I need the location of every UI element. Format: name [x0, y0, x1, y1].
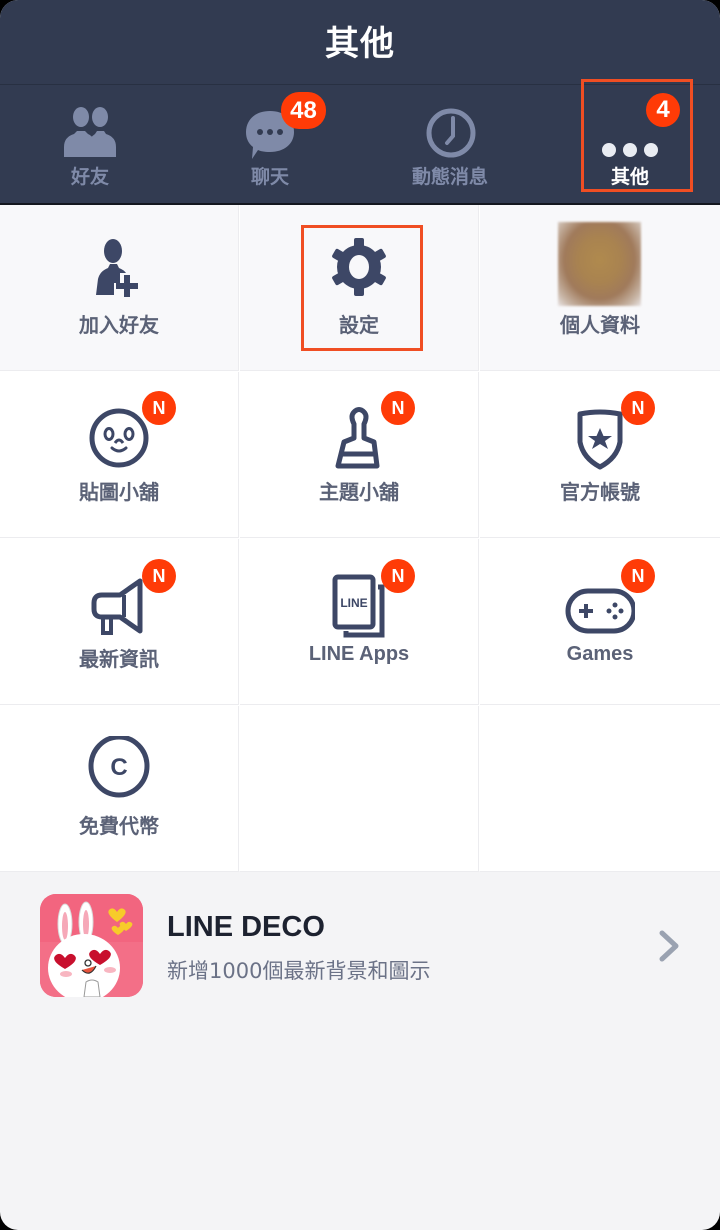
- grid-item-label: 官方帳號: [560, 480, 640, 504]
- grid-item-label: LINE Apps: [308, 643, 410, 665]
- grid-item-label: 加入好友: [79, 313, 159, 337]
- grid-item-theme-shop[interactable]: N 主題小舖: [240, 372, 479, 538]
- new-badge: N: [142, 559, 176, 593]
- new-badge: N: [142, 391, 176, 425]
- grid-item-free-coins[interactable]: C 免費代幣: [0, 706, 239, 872]
- new-badge: N: [621, 559, 655, 593]
- grid-empty-cell: [480, 706, 720, 872]
- tab-label: 好友: [70, 166, 109, 188]
- new-badge: N: [381, 391, 415, 425]
- grid-item-games[interactable]: N Games: [480, 539, 720, 705]
- page-title: 其他: [325, 24, 395, 64]
- tab-timeline[interactable]: 動態消息: [360, 85, 540, 203]
- coin-c-icon: C: [88, 736, 150, 798]
- tab-label: 聊天: [250, 166, 289, 188]
- line-deco-banner[interactable]: LINE DECO 新增1000個最新背景和圖示: [0, 871, 720, 1001]
- grid-empty-cell: [240, 706, 479, 872]
- new-badge: N: [621, 391, 655, 425]
- grid-item-profile[interactable]: 個人資料: [480, 205, 720, 371]
- banner-subtitle: 新增1000個最新背景和圖示: [167, 959, 431, 983]
- coin-icon-text: C: [110, 754, 127, 781]
- chevron-right-icon: [659, 930, 679, 962]
- friends-icon: [64, 107, 116, 157]
- phone-screen: 其他 好友 48 聊天 動態消息 4 其他 加入好友 設定 個人資料 N 貼圖小…: [0, 0, 720, 1230]
- grid-item-label: 免費代幣: [79, 814, 159, 838]
- grid-item-sticker-shop[interactable]: N 貼圖小舖: [0, 372, 239, 538]
- grid-item-news[interactable]: N 最新資訊: [0, 539, 239, 705]
- tab-friends[interactable]: 好友: [0, 85, 180, 203]
- tab-label: 動態消息: [411, 166, 488, 188]
- banner-title: LINE DECO: [167, 911, 325, 943]
- grid-item-line-apps[interactable]: LINE N LINE Apps: [240, 539, 479, 705]
- bunny-icon: [40, 894, 143, 997]
- grid-item-add-friend[interactable]: 加入好友: [0, 205, 239, 371]
- profile-photo: [558, 222, 641, 306]
- grid-item-label: 主題小舖: [319, 480, 399, 504]
- tab-more-highlight-box: [581, 79, 693, 192]
- new-badge: N: [381, 559, 415, 593]
- add-friend-icon: [96, 239, 138, 297]
- settings-highlight-box: [301, 225, 423, 351]
- chat-unread-badge: 48: [281, 92, 326, 129]
- header: 其他: [0, 0, 720, 85]
- line-apps-icon-text: LINE: [340, 596, 367, 610]
- grid-item-label: Games: [566, 643, 634, 665]
- grid-item-label: 個人資料: [560, 313, 640, 337]
- clock-icon: [426, 108, 476, 158]
- grid-item-label: 最新資訊: [79, 647, 159, 671]
- line-deco-app-icon: [40, 894, 143, 997]
- tab-chat[interactable]: 48 聊天: [180, 85, 360, 203]
- grid-item-official-accounts[interactable]: N 官方帳號: [480, 372, 720, 538]
- grid-item-label: 貼圖小舖: [79, 480, 159, 504]
